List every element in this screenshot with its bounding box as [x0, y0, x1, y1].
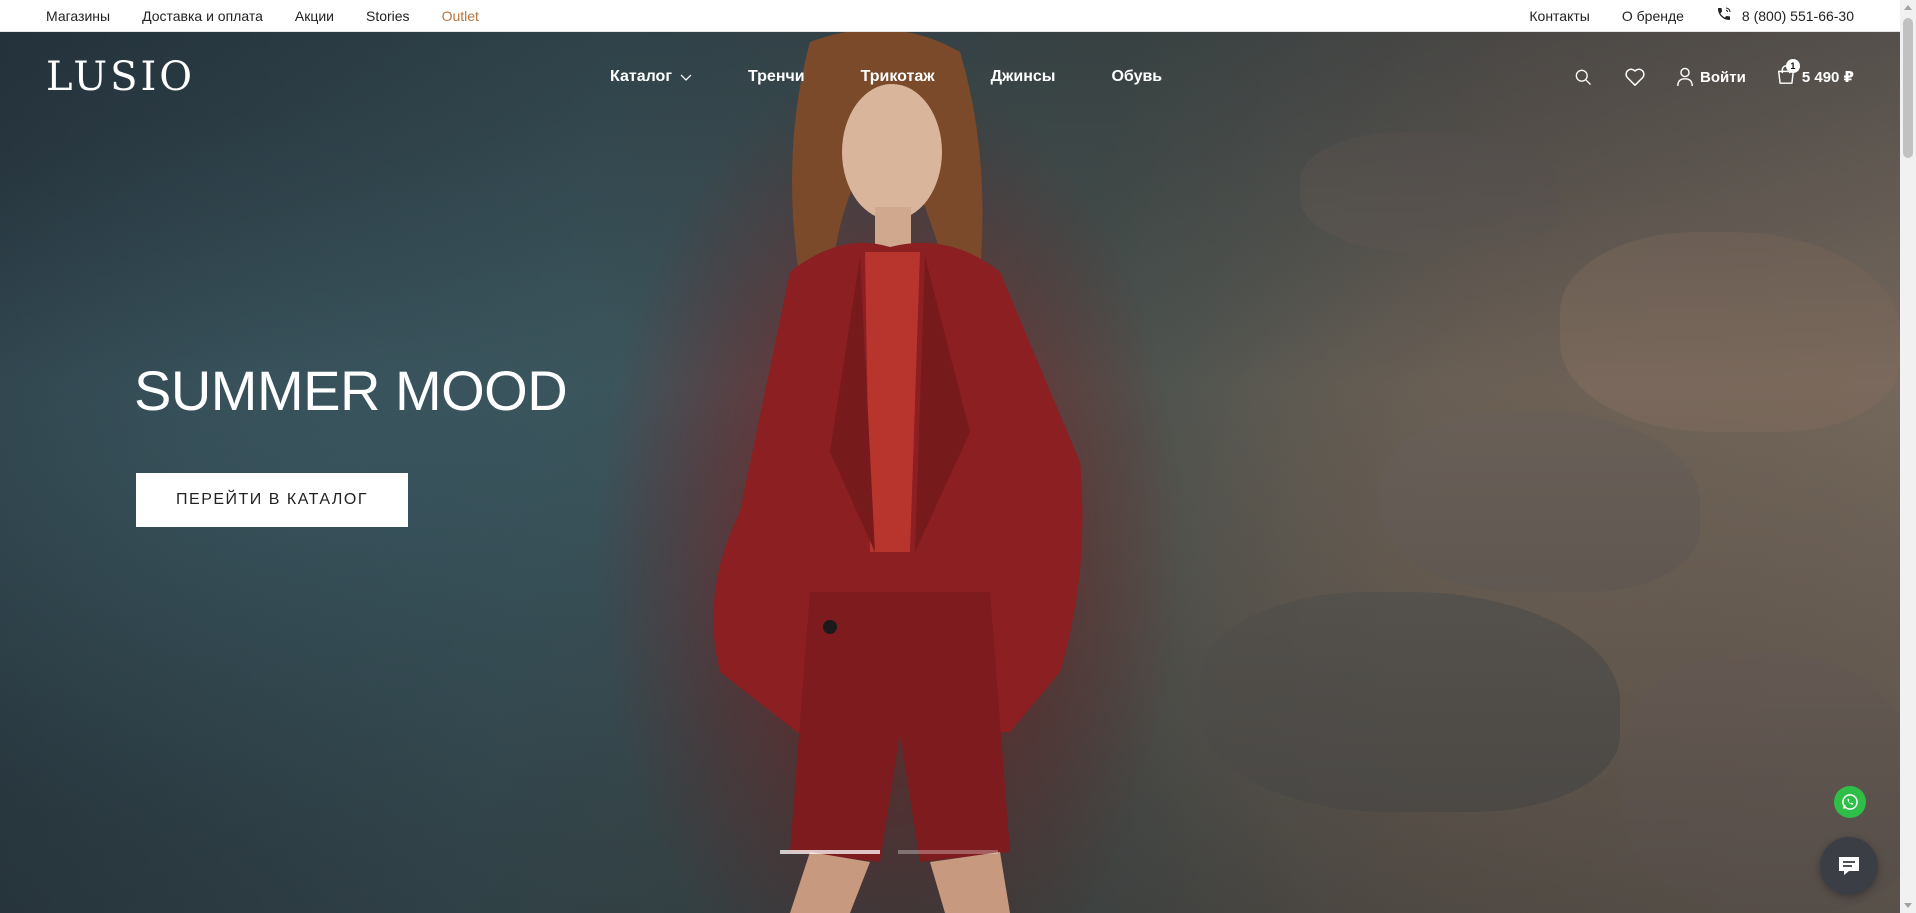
- slide-indicator-1[interactable]: [780, 850, 880, 854]
- phone-link[interactable]: 8 (800) 551-66-30: [1716, 6, 1854, 25]
- hero-model-image: [713, 32, 1083, 913]
- chevron-down-icon: [680, 74, 692, 81]
- link-about-brand[interactable]: О бренде: [1622, 8, 1684, 24]
- login-button[interactable]: Войти: [1676, 67, 1746, 87]
- menu-item-jeans[interactable]: Джинсы: [991, 68, 1056, 86]
- header-actions: Войти 1 5 490 ₽: [1572, 32, 1854, 122]
- link-contacts[interactable]: Контакты: [1529, 8, 1589, 24]
- utility-links-left: Магазины Доставка и оплата Акции Stories…: [46, 8, 479, 24]
- chat-icon: [1839, 857, 1859, 875]
- slide-indicator-2[interactable]: [898, 850, 998, 854]
- user-icon: [1677, 67, 1693, 87]
- link-outlet[interactable]: Outlet: [442, 8, 479, 24]
- login-label: Войти: [1700, 68, 1746, 86]
- main-header: LUSIO Каталог Тренчи Трикотаж Джинсы Обу…: [0, 32, 1900, 122]
- menu-item-knitwear[interactable]: Трикотаж: [861, 68, 935, 86]
- menu-item-catalog[interactable]: Каталог: [610, 68, 692, 86]
- slider-pagination: [780, 850, 998, 854]
- link-promotions[interactable]: Акции: [295, 8, 334, 24]
- link-stories[interactable]: Stories: [366, 8, 410, 24]
- cart-icon-wrap: 1: [1776, 59, 1800, 89]
- menu-item-shoes[interactable]: Обувь: [1111, 68, 1162, 86]
- cart-button[interactable]: 1 5 490 ₽: [1776, 59, 1854, 89]
- top-utility-bar: Магазины Доставка и оплата Акции Stories…: [0, 0, 1900, 32]
- cart-total: 5 490 ₽: [1801, 69, 1854, 86]
- whatsapp-icon: [1842, 794, 1858, 810]
- page-scrollbar[interactable]: [1900, 0, 1916, 913]
- phone-icon: [1716, 6, 1732, 25]
- menu-item-label: Каталог: [610, 68, 672, 85]
- menu-item-trench[interactable]: Тренчи: [748, 68, 805, 86]
- whatsapp-button[interactable]: [1834, 786, 1866, 818]
- phone-number: 8 (800) 551-66-30: [1741, 7, 1854, 24]
- utility-links-right: Контакты О бренде 8 (800) 551-66-30: [1529, 6, 1854, 25]
- link-stores[interactable]: Магазины: [46, 8, 110, 24]
- brand-logo[interactable]: LUSIO: [46, 54, 195, 100]
- go-to-catalog-button[interactable]: ПЕРЕЙТИ В КАТАЛОГ: [136, 473, 408, 527]
- scroll-down-arrow[interactable]: [1904, 903, 1912, 908]
- hero-title: SUMMER MOOD: [134, 359, 568, 422]
- scrollbar-thumb[interactable]: [1903, 18, 1913, 158]
- search-icon[interactable]: [1572, 66, 1594, 88]
- chat-widget-button[interactable]: [1820, 837, 1878, 895]
- main-menu: Каталог Тренчи Трикотаж Джинсы Обувь: [610, 32, 1162, 122]
- link-delivery[interactable]: Доставка и оплата: [142, 8, 263, 24]
- cart-count-badge: 1: [1785, 59, 1800, 73]
- heart-icon[interactable]: [1624, 66, 1646, 88]
- scroll-up-arrow[interactable]: [1904, 5, 1912, 10]
